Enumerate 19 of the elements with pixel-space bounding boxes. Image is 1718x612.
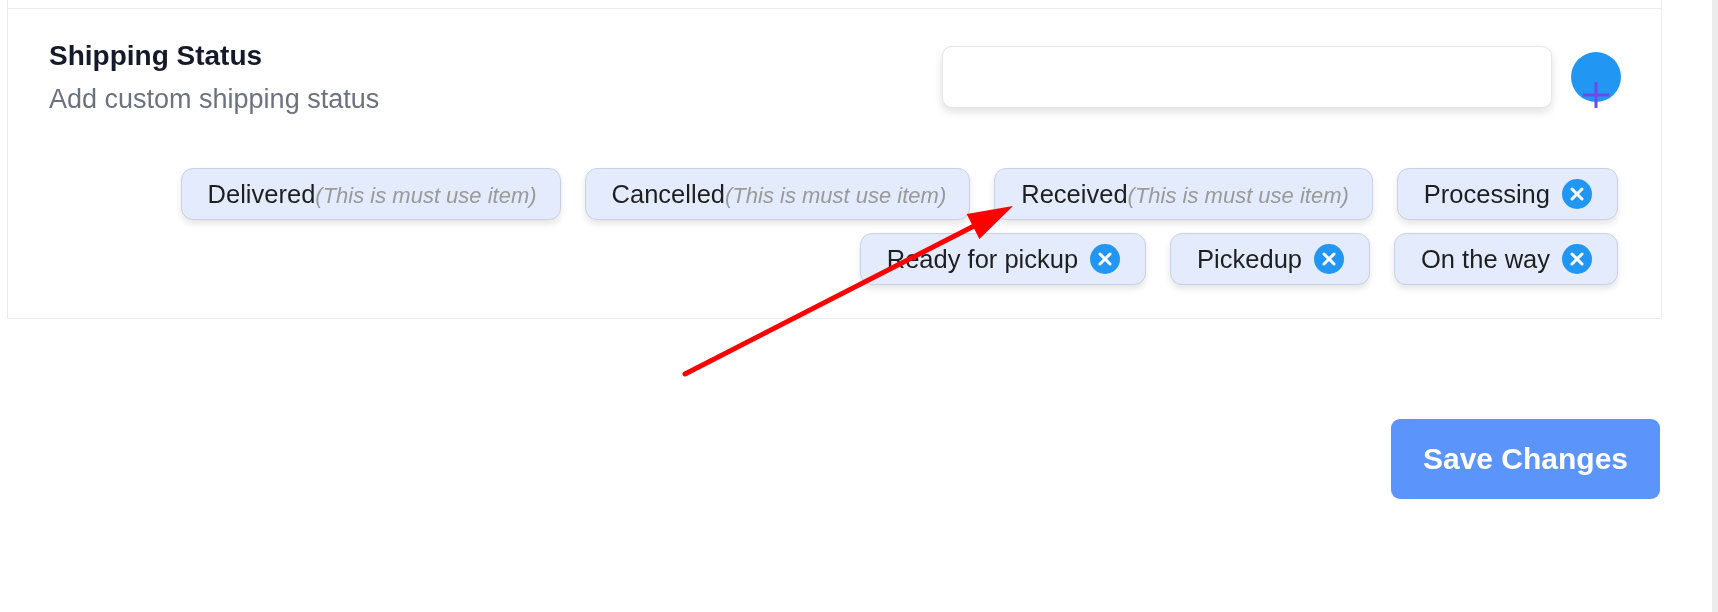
save-button[interactable]: Save Changes xyxy=(1391,419,1660,499)
status-label: Processing xyxy=(1423,179,1550,209)
required-note: (This is must use item) xyxy=(725,182,947,208)
status-label: Pickedup xyxy=(1197,244,1302,274)
close-icon[interactable] xyxy=(1562,179,1592,209)
status-input-field[interactable] xyxy=(942,46,1552,108)
close-icon[interactable] xyxy=(1314,244,1344,274)
section-subtitle: Add custom shipping status xyxy=(49,83,380,116)
section-title: Shipping Status xyxy=(49,39,264,73)
status-label: On the way xyxy=(1421,244,1550,274)
plus-icon xyxy=(1571,52,1621,108)
required-note: (This is must use item) xyxy=(1127,182,1349,208)
status-label: Received xyxy=(1021,179,1128,208)
close-icon[interactable] xyxy=(1562,244,1592,274)
status-label: Cancelled xyxy=(611,179,725,208)
required-note: (This is must use item) xyxy=(315,182,537,208)
add-button[interactable] xyxy=(1571,52,1621,108)
close-icon[interactable] xyxy=(1090,244,1121,274)
status-label: Delivered xyxy=(207,179,316,208)
